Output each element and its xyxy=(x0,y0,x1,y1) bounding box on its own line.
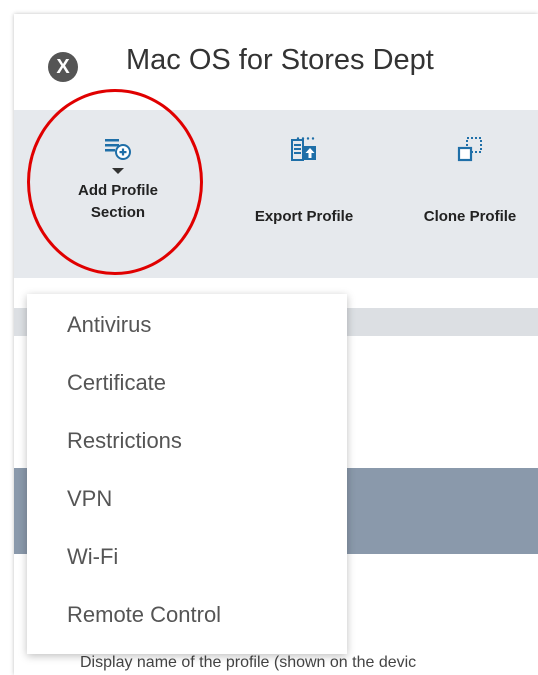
profile-name-hint: Display name of the profile (shown on th… xyxy=(80,654,417,671)
menu-item-remote-control[interactable]: Remote Control xyxy=(67,602,221,628)
export-profile-button[interactable]: Export Profile xyxy=(234,136,374,228)
add-profile-section-button[interactable]: Add Profile Section xyxy=(50,136,186,224)
clone-profile-button[interactable]: Clone Profile xyxy=(402,136,538,228)
chevron-down-icon xyxy=(112,168,124,174)
export-profile-label: Export Profile xyxy=(254,208,354,225)
toolbar: Add Profile Section Export Profile Clone… xyxy=(14,110,538,278)
clone-icon xyxy=(457,137,482,162)
app-window: X Mac OS for Stores Dept Add Profile Sec… xyxy=(14,14,538,675)
add-profile-section-label: Add Profile Section xyxy=(77,182,158,221)
add-section-dropdown-menu: Antivirus Certificate Restrictions VPN W… xyxy=(27,294,347,654)
title-bar: X Mac OS for Stores Dept xyxy=(14,14,538,110)
page-title: Mac OS for Stores Dept xyxy=(126,44,434,76)
menu-item-vpn[interactable]: VPN xyxy=(67,486,112,512)
add-section-icon xyxy=(105,139,131,160)
mac-os-logo-icon: X xyxy=(48,52,78,82)
menu-item-certificate[interactable]: Certificate xyxy=(67,370,166,396)
menu-item-antivirus[interactable]: Antivirus xyxy=(67,312,151,338)
menu-item-wifi[interactable]: Wi-Fi xyxy=(67,544,118,570)
menu-item-restrictions[interactable]: Restrictions xyxy=(67,428,182,454)
clone-profile-label: Clone Profile xyxy=(423,208,517,225)
export-icon xyxy=(291,137,316,161)
